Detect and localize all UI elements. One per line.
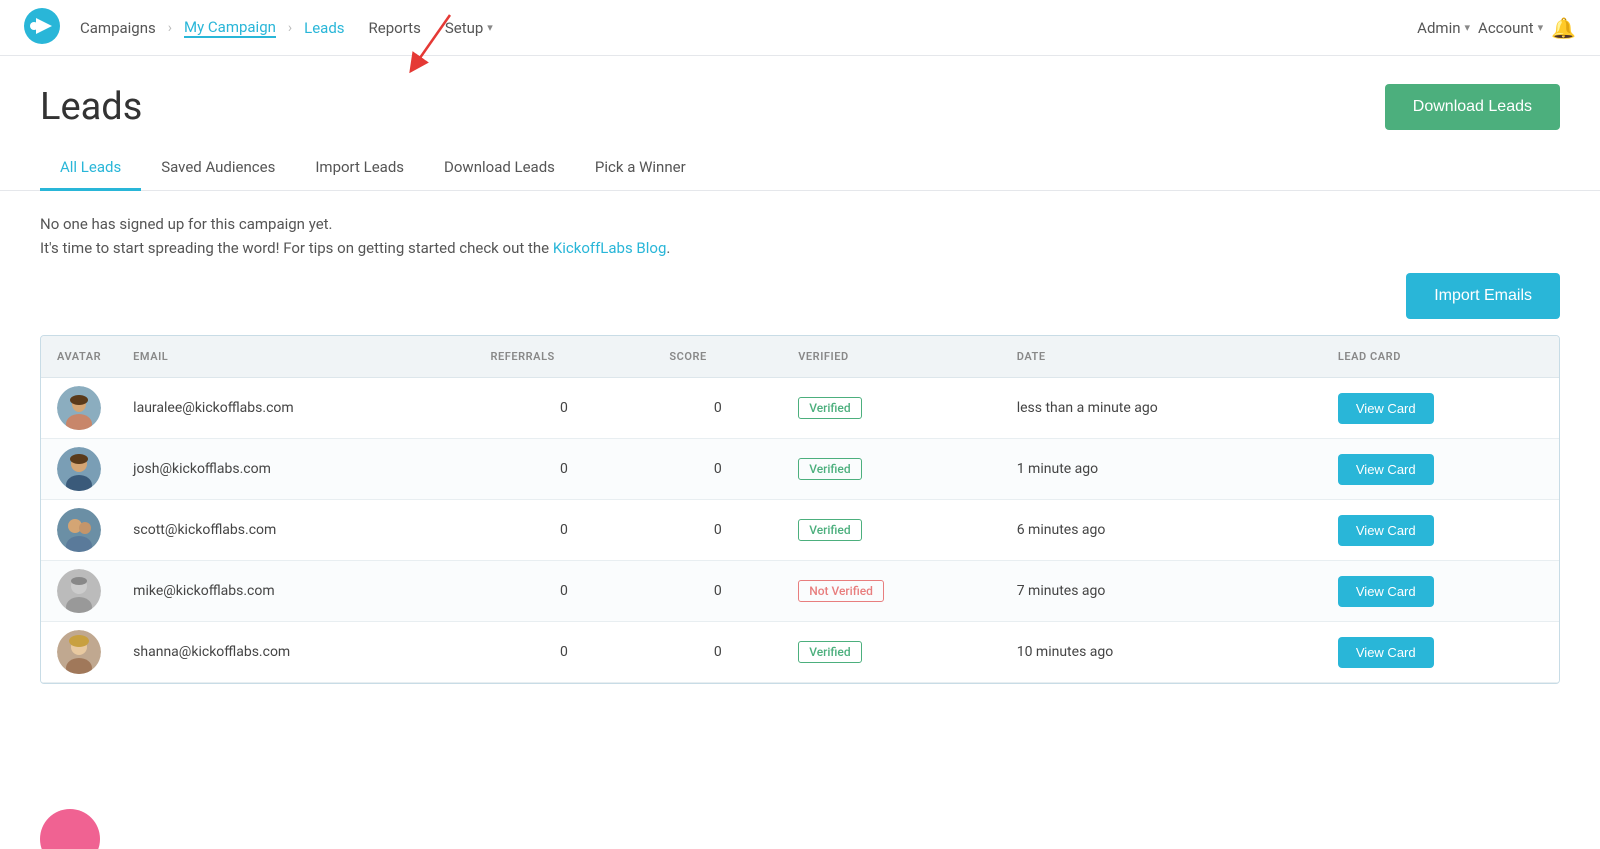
cell-referrals: 0 — [474, 439, 653, 500]
tab-download-leads[interactable]: Download Leads — [424, 146, 575, 191]
cell-avatar — [41, 378, 117, 439]
cell-referrals: 0 — [474, 378, 653, 439]
kickofflabs-blog-link[interactable]: KickoffLabs Blog — [553, 239, 667, 257]
cell-lead-card: View Card — [1322, 622, 1559, 683]
table-row: scott@kickofflabs.com 0 0 Verified 6 min… — [41, 500, 1559, 561]
leads-table-container: AVATAR EMAIL REFERRALS SCORE VERIFIED DA… — [40, 335, 1560, 684]
tab-saved-audiences[interactable]: Saved Audiences — [141, 146, 295, 191]
cell-date: 10 minutes ago — [1001, 622, 1322, 683]
view-card-button[interactable]: View Card — [1338, 393, 1434, 424]
download-leads-button[interactable]: Download Leads — [1385, 84, 1560, 130]
admin-chevron-icon: ▾ — [1465, 21, 1471, 34]
table-row: josh@kickofflabs.com 0 0 Verified 1 minu… — [41, 439, 1559, 500]
logo[interactable] — [24, 8, 60, 48]
cell-verified: Verified — [782, 622, 1001, 683]
status-badge: Verified — [798, 397, 861, 419]
nav-campaigns[interactable]: Campaigns — [80, 19, 156, 37]
status-badge: Verified — [798, 458, 861, 480]
avatar — [57, 630, 101, 674]
nav-my-campaign[interactable]: My Campaign — [184, 18, 276, 38]
status-badge: Verified — [798, 641, 861, 663]
view-card-button[interactable]: View Card — [1338, 576, 1434, 607]
cell-lead-card: View Card — [1322, 561, 1559, 622]
tab-pick-a-winner[interactable]: Pick a Winner — [575, 146, 706, 191]
cell-referrals: 0 — [474, 561, 653, 622]
cell-date: 6 minutes ago — [1001, 500, 1322, 561]
cell-lead-card: View Card — [1322, 500, 1559, 561]
nav-admin[interactable]: Admin ▾ — [1417, 19, 1470, 37]
table-row: mike@kickofflabs.com 0 0 Not Verified 7 … — [41, 561, 1559, 622]
cell-date: 7 minutes ago — [1001, 561, 1322, 622]
table-body: lauralee@kickofflabs.com 0 0 Verified le… — [41, 378, 1559, 683]
col-referrals: REFERRALS — [474, 336, 653, 378]
notice-post: . — [666, 239, 670, 257]
avatar — [57, 386, 101, 430]
notice-line1: No one has signed up for this campaign y… — [40, 215, 1560, 233]
import-emails-button[interactable]: Import Emails — [1406, 273, 1560, 319]
status-badge: Not Verified — [798, 580, 884, 602]
leads-table: AVATAR EMAIL REFERRALS SCORE VERIFIED DA… — [41, 336, 1559, 683]
nav-sep-1: › — [168, 20, 172, 36]
cell-email: josh@kickofflabs.com — [117, 439, 474, 500]
notice-pre: It's time to start spreading the word! F… — [40, 239, 553, 257]
cell-email: lauralee@kickofflabs.com — [117, 378, 474, 439]
page-header: Leads Download Leads — [0, 56, 1600, 146]
cell-score: 0 — [653, 561, 782, 622]
col-lead-card: LEAD CARD — [1322, 336, 1559, 378]
cell-score: 0 — [653, 378, 782, 439]
cell-score: 0 — [653, 439, 782, 500]
cell-email: scott@kickofflabs.com — [117, 500, 474, 561]
table-row: shanna@kickofflabs.com 0 0 Verified 10 m… — [41, 622, 1559, 683]
tab-all-leads[interactable]: All Leads — [40, 146, 141, 191]
cell-verified: Verified — [782, 378, 1001, 439]
cell-score: 0 — [653, 500, 782, 561]
cell-date: 1 minute ago — [1001, 439, 1322, 500]
setup-chevron-icon: ▾ — [487, 21, 493, 34]
notice-line2: It's time to start spreading the word! F… — [40, 239, 1560, 257]
cell-avatar — [41, 500, 117, 561]
avatar — [57, 508, 101, 552]
cell-date: less than a minute ago — [1001, 378, 1322, 439]
cell-avatar — [41, 561, 117, 622]
tabs-bar: All Leads Saved Audiences Import Leads D… — [0, 146, 1600, 191]
col-avatar: AVATAR — [41, 336, 117, 378]
table-row: lauralee@kickofflabs.com 0 0 Verified le… — [41, 378, 1559, 439]
view-card-button[interactable]: View Card — [1338, 637, 1434, 668]
notification-bell-icon[interactable]: 🔔 — [1551, 16, 1576, 40]
cell-verified: Verified — [782, 500, 1001, 561]
top-nav: Campaigns › My Campaign › Leads Reports … — [0, 0, 1600, 56]
cell-lead-card: View Card — [1322, 439, 1559, 500]
nav-account[interactable]: Account ▾ — [1478, 19, 1543, 37]
table-header: AVATAR EMAIL REFERRALS SCORE VERIFIED DA… — [41, 336, 1559, 378]
col-date: DATE — [1001, 336, 1322, 378]
cell-verified: Verified — [782, 439, 1001, 500]
nav-setup[interactable]: Setup ▾ — [445, 19, 493, 37]
import-emails-row: Import Emails — [40, 273, 1560, 319]
content-area: No one has signed up for this campaign y… — [0, 191, 1600, 708]
view-card-button[interactable]: View Card — [1338, 515, 1434, 546]
page-title: Leads — [40, 85, 142, 129]
col-verified: VERIFIED — [782, 336, 1001, 378]
cell-lead-card: View Card — [1322, 378, 1559, 439]
account-chevron-icon: ▾ — [1538, 21, 1544, 34]
view-card-button[interactable]: View Card — [1338, 454, 1434, 485]
cell-verified: Not Verified — [782, 561, 1001, 622]
avatar — [57, 447, 101, 491]
col-score: SCORE — [653, 336, 782, 378]
nav-sep-2: › — [288, 20, 292, 36]
col-email: EMAIL — [117, 336, 474, 378]
tab-import-leads[interactable]: Import Leads — [295, 146, 424, 191]
cell-referrals: 0 — [474, 622, 653, 683]
nav-reports[interactable]: Reports — [369, 19, 421, 37]
cell-email: mike@kickofflabs.com — [117, 561, 474, 622]
cell-avatar — [41, 439, 117, 500]
cell-avatar — [41, 622, 117, 683]
bottom-circle-decoration — [40, 809, 100, 849]
avatar — [57, 569, 101, 613]
cell-email: shanna@kickofflabs.com — [117, 622, 474, 683]
status-badge: Verified — [798, 519, 861, 541]
cell-referrals: 0 — [474, 500, 653, 561]
cell-score: 0 — [653, 622, 782, 683]
nav-leads[interactable]: Leads — [304, 19, 344, 37]
